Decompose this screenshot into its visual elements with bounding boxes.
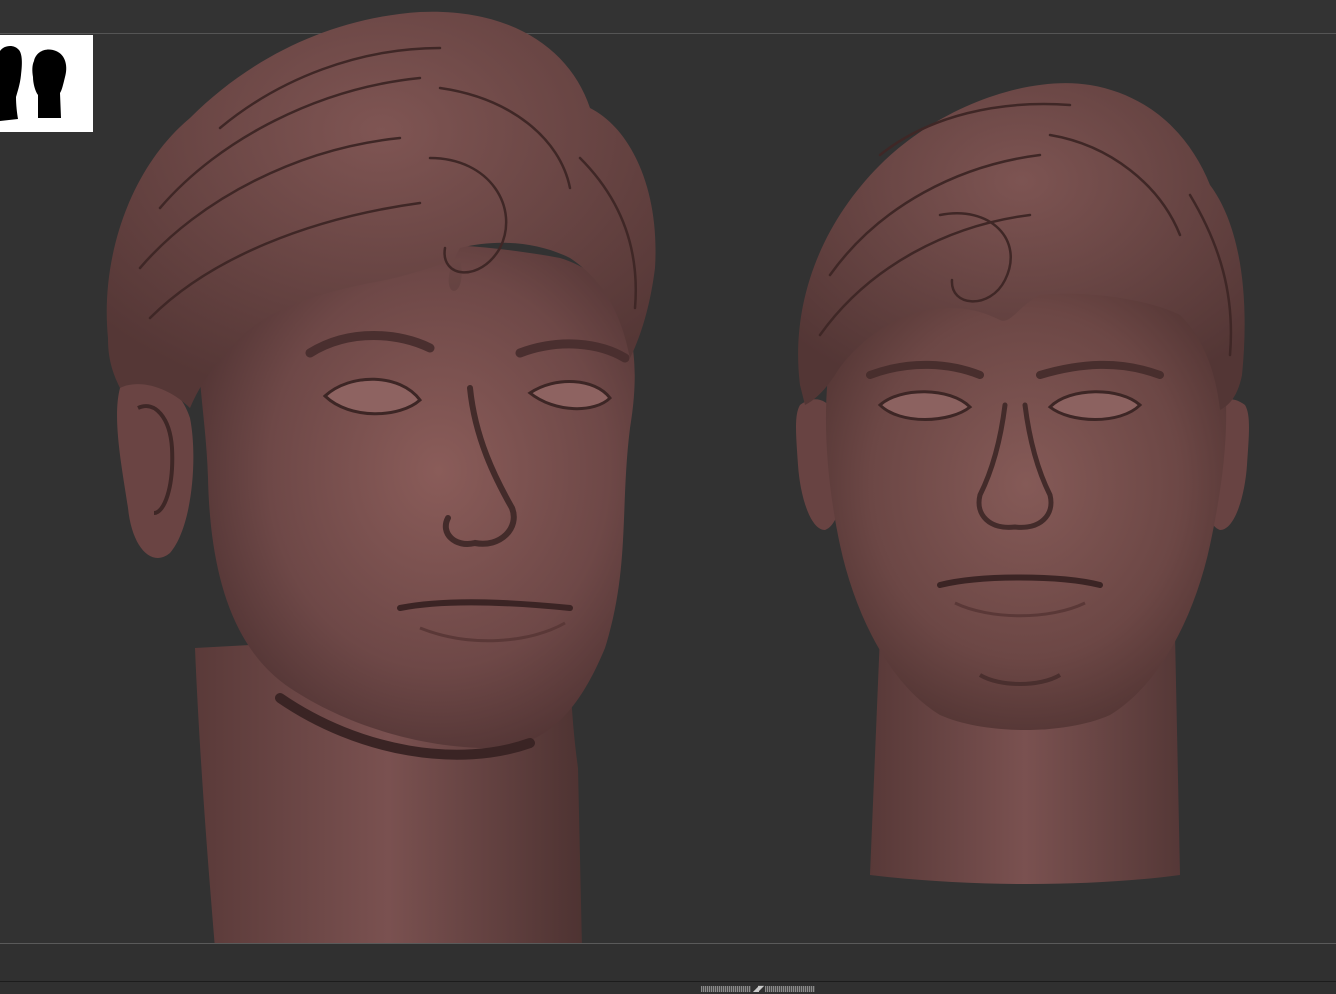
sculpted-head-left[interactable] (100, 8, 670, 976)
sculpted-head-right[interactable] (790, 75, 1255, 890)
sculpted-head-three-quarter-icon (106, 11, 656, 972)
tray-grip-left (700, 986, 751, 992)
sculpted-head-front-icon (796, 83, 1249, 884)
bottom-tray-toggle[interactable]: ◢◤ (693, 984, 823, 994)
navigator-thumbnail[interactable] (0, 35, 93, 132)
tray-toggle-arrows-icon: ◢◤ (752, 984, 764, 993)
head-silhouettes-icon (0, 45, 67, 121)
bottom-shelf-edge (0, 981, 1336, 982)
bottom-shelf (0, 944, 1336, 994)
tray-grip-right (765, 986, 816, 992)
